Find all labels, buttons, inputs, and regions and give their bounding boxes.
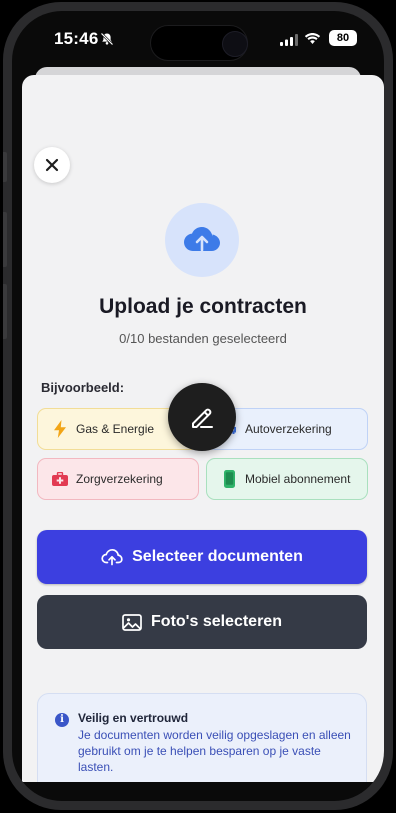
phone-frame: 15:46 80 Upload je contracten 0/10 besta… (3, 2, 393, 810)
side-button (3, 212, 7, 267)
bell-slash-icon (100, 32, 114, 51)
status-bar: 15:46 80 (12, 11, 384, 71)
cloud-upload-icon (101, 548, 123, 566)
upload-sheet: Upload je contracten 0/10 bestanden gese… (22, 75, 384, 782)
cloud-upload-icon (184, 227, 220, 252)
select-documents-label: Selecteer documenten (132, 548, 303, 565)
side-button (3, 152, 7, 182)
edit-floating-button[interactable] (168, 383, 236, 451)
select-documents-button[interactable]: Selecteer documenten (37, 530, 367, 584)
chip-label: Zorgverzekering (76, 472, 163, 486)
chip-mobiel-abonnement[interactable]: Mobiel abonnement (206, 458, 368, 500)
phone-screen: 15:46 80 Upload je contracten 0/10 besta… (12, 11, 384, 801)
image-icon (122, 613, 142, 631)
info-card: i Veilig en vertrouwd Je documenten word… (37, 693, 367, 782)
pencil-edit-icon (192, 408, 213, 428)
info-text: Je documenten worden veilig opgeslagen e… (78, 728, 351, 774)
battery-icon: 80 (329, 30, 357, 46)
first-aid-kit-icon (52, 470, 68, 488)
chip-label: Autoverzekering (245, 422, 332, 436)
close-button[interactable] (34, 147, 70, 183)
chip-zorgverzekering[interactable]: Zorgverzekering (37, 458, 199, 500)
select-photos-label: Foto's selecteren (151, 613, 282, 630)
lightning-icon (52, 420, 68, 438)
info-title: Veilig en vertrouwd (78, 711, 189, 725)
examples-label: Bijvoorbeeld: (41, 380, 125, 395)
selection-counter: 0/10 bestanden geselecteerd (119, 331, 287, 346)
chip-label: Gas & Energie (76, 422, 155, 436)
upload-illustration (165, 203, 239, 277)
info-icon: i (55, 713, 69, 727)
cellular-signal-icon (280, 33, 298, 51)
page-title: Upload je contracten (99, 295, 307, 318)
select-photos-button[interactable]: Foto's selecteren (37, 595, 367, 649)
camera-icon (222, 31, 248, 57)
side-button (3, 284, 7, 339)
wifi-icon (304, 32, 321, 50)
chip-label: Mobiel abonnement (245, 472, 351, 486)
status-time: 15:46 (54, 29, 99, 48)
smartphone-icon (221, 470, 237, 488)
close-icon (45, 158, 59, 172)
